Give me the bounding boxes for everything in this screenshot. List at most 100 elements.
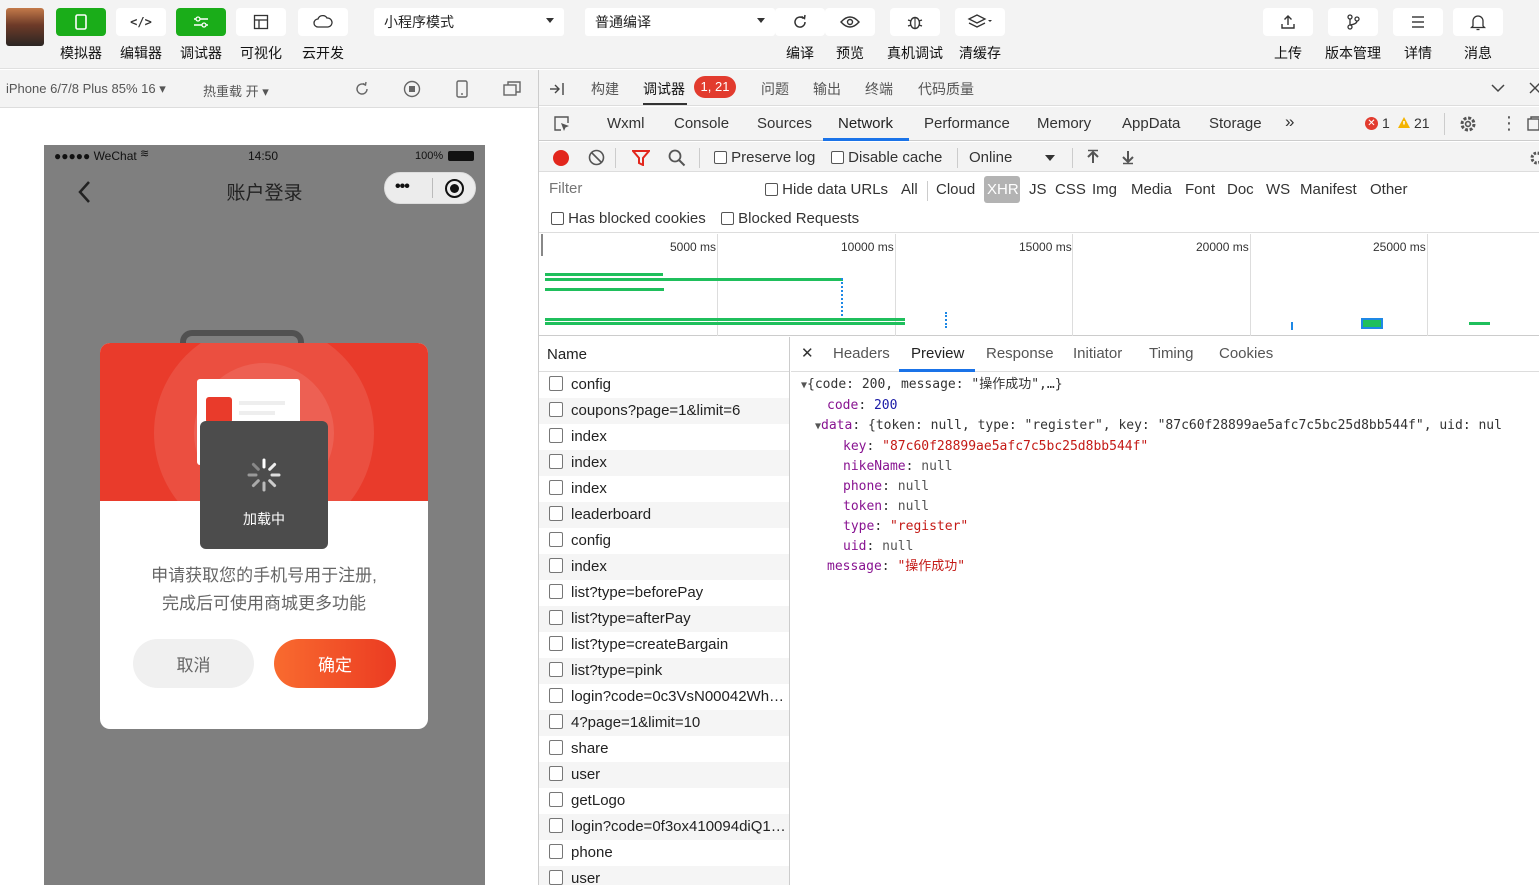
json-root[interactable]: ▼{code: 200, message: "操作成功",…} <box>801 375 1502 396</box>
close-miniprogram-icon[interactable] <box>445 179 464 198</box>
tab-cookies[interactable]: Cookies <box>1219 345 1273 362</box>
request-row[interactable]: coupons?page=1&limit=6 <box>539 398 789 424</box>
filter-css[interactable]: CSS <box>1055 181 1086 198</box>
tab-issues[interactable]: 问题 <box>761 79 789 99</box>
chevron-down-icon[interactable] <box>1045 155 1055 161</box>
request-row[interactable]: list?type=pink <box>539 658 789 684</box>
request-row[interactable]: index <box>539 554 789 580</box>
compile-select[interactable]: 普通编译 <box>585 8 775 36</box>
more-dots-icon[interactable]: ••• <box>395 178 410 196</box>
request-row[interactable]: config <box>539 528 789 554</box>
blocked-requests-checkbox[interactable]: Blocked Requests <box>721 210 859 227</box>
device-select[interactable]: iPhone 6/7/8 Plus 85% 16 ▾ <box>6 81 166 97</box>
user-avatar[interactable] <box>6 8 44 46</box>
confirm-button[interactable]: 确定 <box>274 639 396 688</box>
tab-code-quality[interactable]: 代码质量 <box>918 79 974 99</box>
json-data[interactable]: ▼data: {token: null, type: "register", k… <box>801 416 1502 437</box>
filter-other[interactable]: Other <box>1370 181 1408 198</box>
filter-font[interactable]: Font <box>1185 181 1215 198</box>
export-har-icon[interactable] <box>1120 149 1136 165</box>
dock-side-icon[interactable] <box>549 81 567 97</box>
dock-icon[interactable] <box>1527 116 1539 131</box>
request-row[interactable]: 4?page=1&limit=10 <box>539 710 789 736</box>
filter-xhr[interactable]: XHR <box>987 181 1019 198</box>
clear-cache-button[interactable] <box>955 8 1005 36</box>
chevron-down-icon[interactable] <box>1491 83 1505 93</box>
editor-toggle-button[interactable]: </> <box>116 8 166 36</box>
warning-count[interactable]: 21 <box>1414 115 1430 131</box>
tab-debugger[interactable]: 调试器 <box>643 79 685 99</box>
gear-icon[interactable] <box>1529 150 1539 166</box>
cancel-button[interactable]: 取消 <box>133 639 254 688</box>
filter-doc[interactable]: Doc <box>1227 181 1254 198</box>
request-row[interactable]: login?code=0f3ox410094diQ1… <box>539 814 789 840</box>
tab-performance[interactable]: Performance <box>924 115 1010 132</box>
import-har-icon[interactable] <box>1085 149 1101 165</box>
cloud-dev-button[interactable] <box>298 8 348 36</box>
error-count[interactable]: 1 <box>1382 115 1390 131</box>
tab-console[interactable]: Console <box>674 115 729 132</box>
request-row[interactable]: config <box>539 372 789 398</box>
request-row[interactable]: phone <box>539 840 789 866</box>
close-icon[interactable]: ✕ <box>801 344 814 362</box>
filter-ws[interactable]: WS <box>1266 181 1290 198</box>
gear-icon[interactable] <box>1458 114 1478 134</box>
tab-timing[interactable]: Timing <box>1149 345 1193 362</box>
filter-img[interactable]: Img <box>1092 181 1117 198</box>
request-row[interactable]: share <box>539 736 789 762</box>
debugger-toggle-button[interactable] <box>176 8 226 36</box>
throttling-select[interactable]: Online <box>969 149 1012 166</box>
filter-cloud[interactable]: Cloud <box>936 181 975 198</box>
remote-debug-button[interactable] <box>890 8 940 36</box>
filter-media[interactable]: Media <box>1131 181 1172 198</box>
tab-build[interactable]: 构建 <box>591 79 619 99</box>
tab-terminal[interactable]: 终端 <box>865 79 893 99</box>
tab-sources[interactable]: Sources <box>757 115 812 132</box>
filter-manifest[interactable]: Manifest <box>1300 181 1357 198</box>
upload-button[interactable] <box>1263 8 1313 36</box>
tab-network[interactable]: Network <box>838 115 893 132</box>
more-tabs-icon[interactable]: » <box>1285 112 1294 132</box>
tab-wxml[interactable]: Wxml <box>607 115 645 132</box>
request-row[interactable]: list?type=afterPay <box>539 606 789 632</box>
tab-appdata[interactable]: AppData <box>1122 115 1180 132</box>
tab-output[interactable]: 输出 <box>813 79 841 99</box>
hide-data-urls-checkbox[interactable]: Hide data URLs <box>765 181 888 198</box>
compile-button[interactable] <box>775 8 825 36</box>
clear-icon[interactable] <box>588 149 605 166</box>
has-blocked-cookies-checkbox[interactable]: Has blocked cookies <box>551 210 706 227</box>
simulator-toggle-button[interactable] <box>56 8 106 36</box>
detach-window-icon[interactable] <box>502 79 522 99</box>
request-row[interactable]: login?code=0c3VsN00042Wh… <box>539 684 789 710</box>
preview-button[interactable] <box>825 8 875 36</box>
filter-input[interactable] <box>545 177 749 200</box>
tab-headers[interactable]: Headers <box>833 345 890 362</box>
capsule-menu[interactable]: ••• <box>384 172 476 204</box>
request-row[interactable]: index <box>539 450 789 476</box>
visual-toggle-button[interactable] <box>236 8 286 36</box>
request-row[interactable]: index <box>539 476 789 502</box>
details-button[interactable] <box>1393 8 1443 36</box>
request-row[interactable]: list?type=createBargain <box>539 632 789 658</box>
filter-js[interactable]: JS <box>1029 181 1047 198</box>
kebab-menu-icon[interactable]: ⋮ <box>1500 113 1518 133</box>
network-overview-timeline[interactable]: 5000 ms 10000 ms 15000 ms 20000 ms 25000… <box>539 234 1539 336</box>
messages-button[interactable] <box>1453 8 1503 36</box>
request-row[interactable]: user <box>539 762 789 788</box>
tab-response[interactable]: Response <box>986 345 1054 362</box>
name-column-header[interactable]: Name <box>539 337 789 372</box>
search-icon[interactable] <box>668 149 686 167</box>
preserve-log-checkbox[interactable]: Preserve log <box>714 149 815 166</box>
tab-initiator[interactable]: Initiator <box>1073 345 1122 362</box>
version-management-button[interactable] <box>1328 8 1378 36</box>
close-icon[interactable] <box>1529 82 1539 94</box>
request-row[interactable]: list?type=beforePay <box>539 580 789 606</box>
filter-icon[interactable] <box>632 150 650 166</box>
request-row[interactable]: getLogo <box>539 788 789 814</box>
stop-icon[interactable] <box>402 79 422 99</box>
hot-reload-select[interactable]: 热重载 开 ▾ <box>203 81 269 100</box>
record-button[interactable] <box>553 150 569 166</box>
request-row[interactable]: index <box>539 424 789 450</box>
request-row[interactable]: user <box>539 866 789 885</box>
inspect-element-icon[interactable] <box>553 115 571 133</box>
